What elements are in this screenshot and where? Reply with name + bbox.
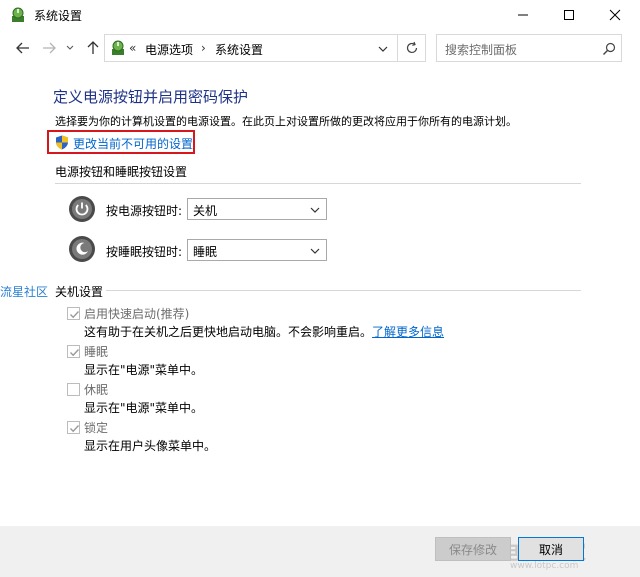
power-button-icon (68, 195, 96, 223)
breadcrumb-overflow-icon[interactable]: « (129, 41, 136, 55)
address-bar[interactable]: « 电源选项 › 系统设置 (104, 34, 398, 62)
breadcrumb-separator-icon: › (201, 41, 206, 55)
maximize-button[interactable] (546, 0, 592, 30)
fast-startup-checkbox[interactable] (67, 307, 80, 320)
window-title: 系统设置 (34, 9, 83, 23)
sleep-button-icon (68, 235, 96, 263)
close-button[interactable] (592, 0, 638, 30)
sleep-description: 显示在"电源"菜单中。 (84, 363, 204, 377)
up-button[interactable] (84, 39, 102, 57)
navigation-bar: « 电源选项 › 系统设置 搜索控制面板 (0, 30, 640, 66)
hibernate-description: 显示在"电源"菜单中。 (84, 401, 204, 415)
chevron-down-icon (309, 204, 321, 216)
back-button[interactable] (14, 39, 32, 57)
power-options-icon (110, 40, 126, 56)
fast-startup-label: 启用快速启动(推荐) (84, 307, 190, 321)
fast-startup-description: 这有助于在关机之后更快地启动电脑。不会影响重启。了解更多信息 (84, 325, 445, 339)
page-description: 选择要为你的计算机设置的电源设置。在此页上对设置所做的更改将应用于你所有的电源计… (55, 115, 517, 128)
sleep-button-label: 按睡眠按钮时: (106, 245, 183, 259)
save-changes-button[interactable]: 保存修改 (435, 537, 511, 561)
search-icon[interactable] (601, 41, 617, 57)
chevron-down-icon (66, 45, 74, 50)
shutdown-section-title: 关机设置 (55, 285, 104, 299)
sleep-label: 睡眠 (84, 345, 109, 359)
chevron-down-icon (309, 245, 321, 257)
title-bar: 系统设置 (0, 0, 640, 30)
buttons-section-title: 电源按钮和睡眠按钮设置 (55, 165, 188, 179)
arrow-up-icon (87, 41, 99, 54)
checkmark-icon (70, 349, 80, 357)
cancel-button[interactable]: 取消 (518, 537, 584, 561)
power-button-value: 关机 (193, 204, 218, 218)
search-box[interactable]: 搜索控制面板 (436, 34, 622, 62)
hibernate-checkbox[interactable] (67, 383, 80, 396)
highlight-box: 更改当前不可用的设置 (47, 130, 195, 154)
sleep-checkbox[interactable] (67, 345, 80, 358)
arrow-right-icon (43, 42, 56, 54)
power-button-label: 按电源按钮时: (106, 204, 183, 218)
hibernate-label: 休眠 (84, 383, 109, 397)
change-unavailable-settings-link[interactable]: 更改当前不可用的设置 (73, 135, 193, 152)
checkmark-icon (70, 425, 80, 433)
footer-bar: 电脑之家 www.lotpc.com 保存修改 取消 (0, 526, 640, 577)
recent-locations-button[interactable] (64, 39, 76, 57)
arrow-left-icon (16, 42, 29, 54)
sleep-button-value: 睡眠 (193, 245, 218, 259)
lock-checkbox[interactable] (67, 421, 80, 434)
checkmark-icon (70, 311, 80, 319)
minimize-button[interactable] (500, 0, 546, 30)
learn-more-link[interactable]: 了解更多信息 (372, 325, 444, 339)
page-title: 定义电源按钮并启用密码保护 (53, 88, 249, 106)
section-divider (55, 183, 581, 184)
breadcrumb-system-settings[interactable]: 系统设置 (215, 41, 263, 58)
power-button-select[interactable]: 关机 (187, 198, 327, 220)
breadcrumb-power-options[interactable]: 电源选项 (145, 41, 193, 58)
section-divider (106, 290, 581, 291)
address-dropdown-icon[interactable] (375, 41, 391, 57)
watermark-text: 流星社区 (0, 285, 49, 299)
power-options-icon (10, 7, 26, 23)
refresh-button[interactable] (398, 34, 426, 62)
sleep-button-select[interactable]: 睡眠 (187, 239, 327, 261)
refresh-icon (406, 41, 417, 54)
lock-label: 锁定 (84, 421, 109, 435)
lock-description: 显示在用户头像菜单中。 (84, 439, 217, 453)
forward-button[interactable] (40, 39, 58, 57)
search-placeholder: 搜索控制面板 (445, 43, 518, 57)
uac-shield-icon (55, 135, 69, 150)
logo-url: www.lotpc.com (510, 561, 579, 571)
